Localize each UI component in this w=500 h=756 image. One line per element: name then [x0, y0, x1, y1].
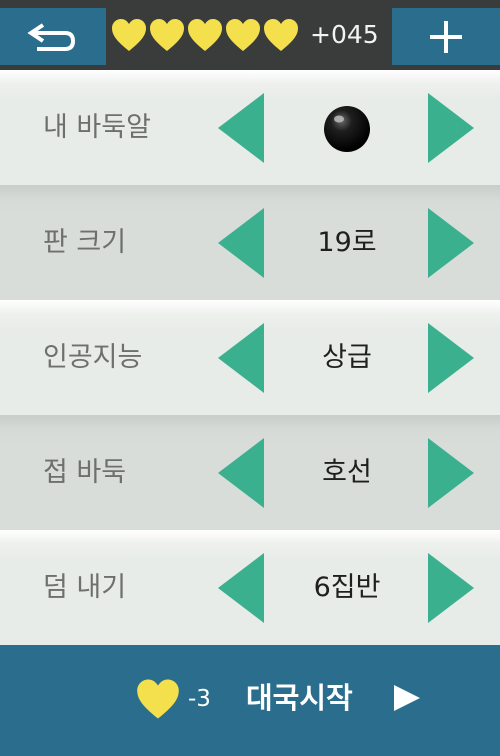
play-icon: [394, 685, 420, 711]
setting-row-ai-level: 인공지능 상급: [0, 300, 500, 415]
back-button[interactable]: [0, 8, 106, 65]
setting-value: 상급: [322, 342, 372, 373]
hearts-display: [110, 14, 300, 56]
top-bar: +045: [0, 0, 500, 70]
next-arrow-icon[interactable]: [428, 323, 474, 393]
heart-cost: -3: [188, 686, 211, 712]
next-arrow-icon[interactable]: [428, 438, 474, 508]
setting-row-komi: 덤 내기 6집반: [0, 530, 500, 645]
previous-arrow-icon[interactable]: [218, 93, 264, 163]
setting-row-handicap: 접 바둑 호선: [0, 415, 500, 530]
heart-icon: [150, 19, 184, 51]
previous-arrow-icon[interactable]: [218, 553, 264, 623]
setting-row-board-size: 판 크기 19로: [0, 185, 500, 300]
setting-row-my-stone: 내 바둑알: [0, 70, 500, 185]
plus-icon: [430, 20, 462, 53]
setting-value: 19로: [317, 227, 377, 258]
heart-icon: [112, 19, 146, 51]
black-stone-icon: [322, 104, 372, 154]
setting-label: 덤 내기: [43, 572, 127, 603]
heart-icon: [264, 19, 298, 51]
start-game-label: 대국시작: [246, 681, 353, 715]
heart-icon: [188, 19, 222, 51]
setting-value: 6집반: [313, 572, 381, 603]
previous-arrow-icon[interactable]: [218, 438, 264, 508]
heart-icon: [137, 679, 179, 719]
setting-label: 인공지능: [43, 342, 143, 373]
next-arrow-icon[interactable]: [428, 208, 474, 278]
setting-label: 내 바둑알: [43, 112, 151, 143]
heart-icon: [226, 19, 260, 51]
previous-arrow-icon[interactable]: [218, 323, 264, 393]
setting-value: 호선: [322, 457, 372, 488]
setting-label: 판 크기: [43, 227, 127, 258]
previous-arrow-icon[interactable]: [218, 208, 264, 278]
setting-label: 접 바둑: [43, 457, 127, 488]
next-arrow-icon[interactable]: [428, 553, 474, 623]
add-hearts-button[interactable]: [392, 8, 500, 65]
start-game-button[interactable]: -3 대국시작: [0, 645, 500, 756]
back-arrow-icon: [27, 22, 76, 51]
hearts-value: +045: [310, 20, 379, 49]
next-arrow-icon[interactable]: [428, 93, 474, 163]
